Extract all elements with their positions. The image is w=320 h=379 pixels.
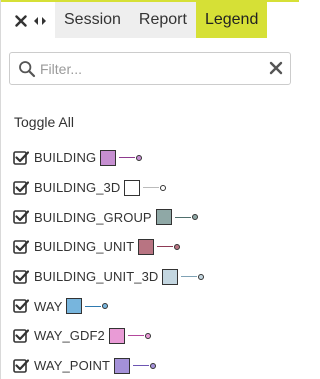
checkbox-checked-icon[interactable] [13,239,29,255]
layer-item[interactable]: WAY_POINT [13,351,293,379]
layer-name: BUILDING_GROUP [34,209,152,225]
legend-panel: Session Report Legend Toggle All BUILDIN… [0,0,299,379]
layer-name: BUILDING_UNIT [34,239,135,255]
search-icon [19,61,36,78]
fill-swatch [100,149,117,166]
fill-swatch [155,209,172,226]
checkbox-checked-icon[interactable] [13,209,29,225]
top-bar: Session Report Legend [1,0,299,38]
close-icon[interactable] [13,9,29,33]
line-symbol [119,157,136,159]
point-symbol [198,273,205,280]
layer-item[interactable]: WAY [13,291,293,321]
checkbox-checked-icon[interactable] [13,150,29,166]
layer-name: WAY [34,298,63,314]
line-symbol [157,246,174,248]
checkbox-checked-icon[interactable] [13,358,29,374]
checkbox-checked-icon[interactable] [13,269,29,285]
fill-swatch [138,238,155,255]
swap-arrows-icon[interactable] [31,9,49,33]
line-symbol [133,365,150,367]
fill-swatch [114,357,131,374]
layer-name: BUILDING_3D [34,180,121,196]
tab-bar: Session Report Legend [55,2,268,38]
filter-input[interactable] [40,58,260,80]
layer-item[interactable]: WAY_GDF2 [13,321,293,351]
fill-swatch [108,327,125,344]
line-symbol [181,276,198,278]
layer-item[interactable]: BUILDING_3D [13,173,293,203]
point-symbol [102,303,109,310]
fill-swatch [162,268,179,285]
line-symbol [174,216,191,218]
checkbox-checked-icon[interactable] [13,180,29,196]
layer-name: BUILDING_UNIT_3D [34,269,159,285]
point-symbol [191,214,198,221]
tab-session[interactable]: Session [55,2,130,38]
fill-swatch [66,298,83,315]
filter-box [9,52,291,85]
layer-item[interactable]: BUILDING_UNIT [13,232,293,262]
layer-item[interactable]: BUILDING_GROUP [13,202,293,232]
clear-x-icon[interactable] [269,61,283,75]
layer-name: BUILDING [34,150,97,166]
layer-item[interactable]: BUILDING [13,143,293,173]
checkbox-checked-icon[interactable] [13,298,29,314]
point-symbol [136,154,143,161]
tab-report[interactable]: Report [129,2,196,38]
point-symbol [144,332,151,339]
line-symbol [143,187,160,189]
point-symbol [150,362,157,369]
toggle-all-link[interactable]: Toggle All [14,114,74,130]
line-symbol [127,335,144,337]
layer-item[interactable]: BUILDING_UNIT_3D [13,262,293,292]
layer-list: BUILDING BUILDING_3D BUILDING_GROUP BUILDIN… [13,143,293,379]
tab-legend[interactable]: Legend [195,2,268,38]
checkbox-checked-icon[interactable] [13,328,29,344]
fill-swatch [124,179,141,196]
point-symbol [174,243,181,250]
layer-name: WAY_GDF2 [34,328,105,344]
layer-name: WAY_POINT [34,358,111,374]
point-symbol [160,184,167,191]
line-symbol [85,305,102,307]
